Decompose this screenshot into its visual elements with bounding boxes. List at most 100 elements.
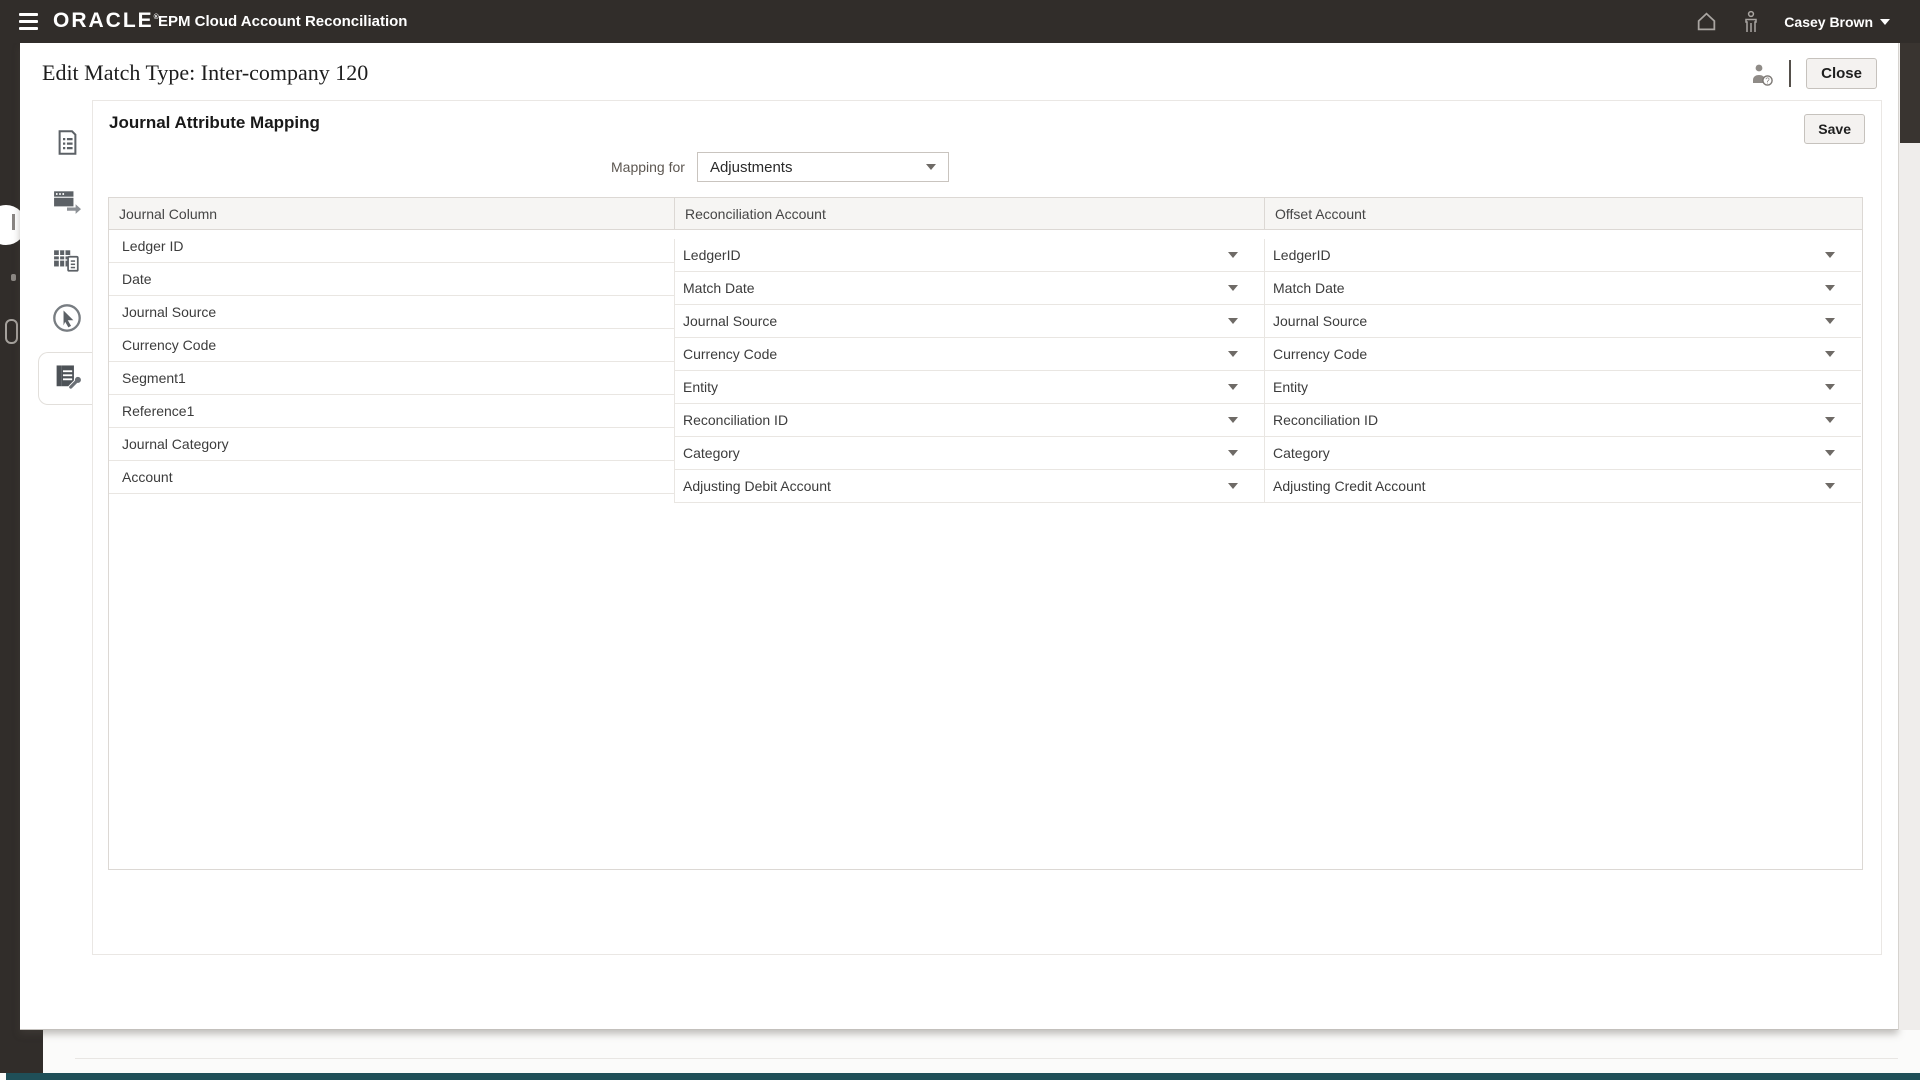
reconciliation-account-cells: LedgerID Match Date Journal Source Currency…	[674, 239, 1264, 503]
vertical-scrollbar-track[interactable]	[1898, 43, 1920, 1030]
reconciliation-account-select[interactable]: Match Date	[675, 272, 1264, 305]
offset-account-select[interactable]: Adjusting Credit Account	[1265, 470, 1861, 503]
journal-mapping-table: Journal Column Reconciliation Account Of…	[108, 197, 1863, 870]
user-name: Casey Brown	[1784, 14, 1873, 30]
cell-label: Journal Source	[683, 313, 777, 329]
divider	[1789, 60, 1791, 87]
offset-account-select[interactable]: Entity	[1265, 371, 1861, 404]
cell-label: Currency Code	[683, 346, 777, 362]
mapping-for-value: Adjustments	[710, 159, 793, 176]
cell-label: Category	[1273, 445, 1330, 461]
offset-account-select[interactable]: Match Date	[1265, 272, 1861, 305]
save-button[interactable]: Save	[1804, 114, 1865, 144]
page-title: Edit Match Type: Inter-company 120	[42, 60, 368, 86]
chevron-down-icon	[1825, 318, 1835, 324]
offset-account-select[interactable]: Currency Code	[1265, 338, 1861, 371]
sidebar-tab-properties[interactable]	[47, 122, 87, 162]
chevron-down-icon	[1825, 384, 1835, 390]
cell-label: Adjusting Credit Account	[1273, 478, 1426, 494]
close-button[interactable]: Close	[1806, 58, 1877, 89]
app-title: EPM Cloud Account Reconciliation	[158, 13, 407, 30]
underlying-page-bottom	[0, 1030, 1920, 1080]
cell-label: Reconciliation ID	[683, 412, 788, 428]
svg-text:?: ?	[1765, 76, 1770, 85]
chevron-down-icon	[1228, 450, 1238, 456]
cell-label: Segment1	[122, 370, 186, 386]
sidebar-tab-data-sources[interactable]	[47, 240, 87, 280]
sidebar-tab-auto-match[interactable]	[47, 298, 87, 338]
user-menu[interactable]: Casey Brown	[1784, 14, 1890, 30]
journal-column-cell: Journal Source	[109, 296, 675, 329]
cell-label: Entity	[1273, 379, 1308, 395]
offset-account-cells: LedgerID Match Date Journal Source Currency…	[1264, 239, 1861, 503]
cell-label: Reference1	[122, 403, 194, 419]
document-list-icon	[54, 129, 81, 156]
column-header-offset-account: Offset Account	[1265, 198, 1862, 229]
cell-label: Ledger ID	[122, 238, 183, 254]
panel-heading: Journal Attribute Mapping	[109, 113, 320, 133]
journal-column-cell: Currency Code	[109, 329, 675, 362]
cell-label: LedgerID	[1273, 247, 1331, 263]
cell-label: Category	[683, 445, 740, 461]
chevron-down-icon	[1825, 351, 1835, 357]
journal-column-cell: Account	[109, 461, 675, 494]
offset-account-select[interactable]: Category	[1265, 437, 1861, 470]
menu-icon[interactable]	[19, 13, 38, 30]
offset-account-select[interactable]: Reconciliation ID	[1265, 404, 1861, 437]
journal-edit-icon	[52, 362, 82, 392]
home-icon[interactable]	[1695, 10, 1718, 33]
chevron-down-icon	[1825, 417, 1835, 423]
chevron-down-icon	[1825, 252, 1835, 258]
table-body: Ledger ID Date Journal Source Currency Code…	[109, 230, 1862, 869]
reconciliation-account-select[interactable]: Category	[675, 437, 1264, 470]
academy-icon[interactable]	[1742, 10, 1760, 34]
journal-attribute-mapping-panel: Journal Attribute Mapping Save Mapping f…	[92, 100, 1882, 955]
mapping-for-row: Mapping for Adjustments	[611, 152, 949, 182]
offset-account-select[interactable]: Journal Source	[1265, 305, 1861, 338]
edit-match-type-dialog: Edit Match Type: Inter-company 120 ? Clo…	[20, 43, 1898, 1030]
chevron-down-icon	[1825, 483, 1835, 489]
user-assistance-icon[interactable]: ?	[1751, 61, 1774, 87]
journal-column-cell: Date	[109, 263, 675, 296]
reconciliation-account-select[interactable]: Currency Code	[675, 338, 1264, 371]
divider	[75, 1058, 1898, 1059]
mapping-for-select[interactable]: Adjustments	[697, 152, 949, 182]
table-clipboard-icon	[53, 246, 81, 274]
topbar-right-tools: Casey Brown	[1695, 0, 1890, 43]
cell-label: Adjusting Debit Account	[683, 478, 831, 494]
sidebar-tab-journal-mapping[interactable]	[47, 357, 87, 397]
cell-label: Match Date	[1273, 280, 1345, 296]
reconciliation-account-select[interactable]: LedgerID	[675, 239, 1264, 272]
reconciliation-account-select[interactable]: Journal Source	[675, 305, 1264, 338]
pointer-circle-icon	[52, 303, 82, 333]
chevron-down-icon	[1228, 483, 1238, 489]
oracle-logo: ORACLE®	[53, 9, 159, 33]
cell-label: Match Date	[683, 280, 755, 296]
cell-label: Entity	[683, 379, 718, 395]
cell-label: LedgerID	[683, 247, 741, 263]
chevron-down-icon	[1825, 450, 1835, 456]
reconciliation-account-select[interactable]: Entity	[675, 371, 1264, 404]
journal-column-cells: Ledger ID Date Journal Source Currency Code…	[109, 230, 675, 494]
chevron-down-icon	[1228, 351, 1238, 357]
column-header-reconciliation-account: Reconciliation Account	[675, 198, 1265, 229]
cell-label: Journal Category	[122, 436, 229, 452]
cell-label: Journal Source	[122, 304, 216, 320]
window-export-icon	[53, 188, 81, 214]
offset-account-select[interactable]: LedgerID	[1265, 239, 1861, 272]
sidebar-tab-export[interactable]	[47, 181, 87, 221]
journal-column-cell: Reference1	[109, 395, 675, 428]
chevron-down-icon	[1825, 285, 1835, 291]
cell-label: Currency Code	[1273, 346, 1367, 362]
teal-footer-bar	[6, 1073, 1920, 1080]
underlying-pill-fragment	[5, 319, 18, 344]
chevron-down-icon	[1228, 417, 1238, 423]
reconciliation-account-select[interactable]: Reconciliation ID	[675, 404, 1264, 437]
vertical-scrollbar-thumb[interactable]	[1900, 43, 1920, 143]
reconciliation-account-select[interactable]: Adjusting Debit Account	[675, 470, 1264, 503]
cell-label: Date	[122, 271, 152, 287]
cell-label: Account	[122, 469, 173, 485]
journal-column-cell: Segment1	[109, 362, 675, 395]
journal-column-cell: Journal Category	[109, 428, 675, 461]
mapping-for-label: Mapping for	[611, 159, 685, 175]
